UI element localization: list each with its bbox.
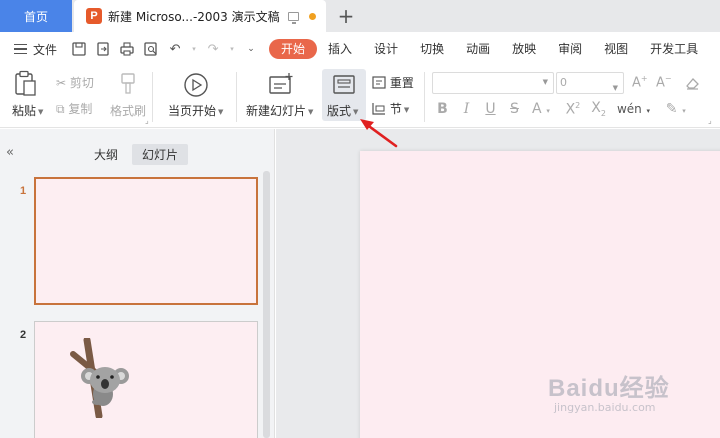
cut-button: ✂ 剪切 bbox=[56, 76, 94, 90]
file-menu[interactable]: 文件 bbox=[14, 41, 57, 58]
paste-icon bbox=[15, 70, 36, 96]
layout-icon bbox=[333, 75, 355, 94]
clipboard-launcher-icon[interactable]: ⌟ bbox=[145, 116, 149, 125]
subscript-icon: X2 bbox=[591, 100, 606, 118]
italic-icon: I bbox=[463, 100, 470, 117]
increase-font-size-icon: A+ bbox=[632, 74, 648, 91]
presentation-logo-icon: P bbox=[86, 8, 102, 24]
tab-developer[interactable]: 开发工具 bbox=[639, 39, 709, 59]
redo-icon: ↷ bbox=[207, 41, 219, 57]
tab-insert[interactable]: 插入 bbox=[317, 39, 363, 59]
highlight-icon: ✎ ▾ bbox=[665, 100, 686, 117]
cut-label: 剪切 bbox=[69, 76, 94, 90]
reset-button[interactable]: 重置 bbox=[372, 74, 414, 91]
menu-bar: 文件 ↶ ▾ ↷ ▾ ⌄ 开始 插入 设计 切换 动画 放映 审阅 视图 开发工… bbox=[0, 32, 720, 66]
slide-thumbnail-1[interactable] bbox=[34, 177, 258, 305]
document-title: 新建 Microso...-2003 演示文稿 bbox=[108, 9, 280, 24]
play-from-current-button[interactable]: 当页开始 ▼ bbox=[168, 102, 223, 119]
save-icon[interactable] bbox=[71, 41, 87, 57]
font-family-select[interactable]: ▼ bbox=[432, 72, 554, 94]
dialog-launcher-icon[interactable]: ⌟ bbox=[708, 116, 712, 125]
tab-home[interactable]: 开始 bbox=[269, 39, 318, 59]
font-size-select[interactable]: 0 ▼ bbox=[556, 72, 624, 94]
new-slide-icon bbox=[269, 73, 293, 94]
slide-panel: « 大纲 幻灯片 1 2 bbox=[0, 129, 275, 438]
tab-view[interactable]: 视图 bbox=[593, 39, 639, 59]
tab-transitions[interactable]: 切换 bbox=[409, 39, 455, 59]
phonetic-guide-icon: wén ▾ bbox=[616, 101, 651, 116]
watermark-url: jingyan.baidu.com bbox=[554, 401, 656, 414]
superscript-icon: X2 bbox=[565, 100, 581, 118]
print-icon[interactable] bbox=[119, 41, 135, 57]
tab-slides[interactable]: 幻灯片 bbox=[132, 144, 189, 165]
clear-format-icon bbox=[686, 78, 699, 90]
koala-image bbox=[70, 338, 129, 418]
ribbon-tabs: 开始 插入 设计 切换 动画 放映 审阅 视图 开发工具 bbox=[269, 39, 709, 59]
copy-label: 复制 bbox=[68, 102, 93, 116]
watermark-logo: Baidu经验 bbox=[548, 375, 670, 402]
font-color-icon: A ▾ bbox=[532, 100, 550, 117]
tab-review[interactable]: 审阅 bbox=[547, 39, 593, 59]
divider bbox=[236, 72, 237, 122]
slide-number: 1 bbox=[20, 185, 27, 197]
format-toolbar: B I U S A ▾ X2 X2 wén ▾ ✎ ▾ bbox=[436, 100, 691, 118]
redo-dropdown-icon: ▾ bbox=[230, 45, 234, 53]
unsaved-dot-icon bbox=[308, 12, 316, 20]
tab-animations[interactable]: 动画 bbox=[455, 39, 501, 59]
quick-access-toolbar: ↶ ▾ ↷ ▾ ⌄ bbox=[71, 41, 259, 57]
undo-dropdown-icon[interactable]: ▾ bbox=[191, 41, 197, 57]
annotation-arrow bbox=[360, 119, 398, 148]
undo-icon[interactable]: ↶ bbox=[167, 41, 183, 57]
tab-outline[interactable]: 大纲 bbox=[90, 144, 122, 165]
export-icon[interactable] bbox=[95, 41, 111, 57]
reset-icon bbox=[372, 76, 386, 89]
tab-slideshow[interactable]: 放映 bbox=[501, 39, 547, 59]
customize-toolbar-icon[interactable]: ⌄ bbox=[243, 41, 259, 57]
strikethrough-icon: S bbox=[510, 100, 519, 117]
screen-icon[interactable] bbox=[287, 11, 299, 24]
divider bbox=[152, 72, 153, 122]
copy-button: ⧉ 复制 bbox=[56, 102, 93, 116]
paste-label: 粘贴 ▼ bbox=[12, 104, 44, 118]
layout-button[interactable]: 版式 ▼ bbox=[327, 102, 358, 119]
play-icon bbox=[184, 73, 208, 97]
print-preview-icon[interactable] bbox=[143, 41, 159, 57]
tab-design[interactable]: 设计 bbox=[363, 39, 409, 59]
document-tab[interactable]: P 新建 Microso...-2003 演示文稿 bbox=[74, 0, 326, 32]
title-bar: 首页 P 新建 Microso...-2003 演示文稿 + bbox=[0, 0, 720, 32]
format-painter-icon bbox=[121, 73, 135, 94]
home-tab[interactable]: 首页 bbox=[0, 0, 72, 32]
baidu-watermark: Baidu经验 jingyan.baidu.com bbox=[548, 368, 670, 414]
slide-number: 2 bbox=[20, 329, 27, 341]
file-menu-label: 文件 bbox=[33, 42, 58, 57]
hamburger-icon bbox=[14, 44, 27, 54]
divider bbox=[424, 72, 425, 122]
bold-icon: B bbox=[437, 100, 448, 117]
panel-scrollbar[interactable] bbox=[263, 171, 270, 438]
underline-icon: U bbox=[485, 100, 496, 117]
format-painter-button: 格式刷 bbox=[110, 104, 147, 118]
slide-thumbnail-2[interactable] bbox=[34, 321, 258, 438]
decrease-font-size-icon: A− bbox=[656, 74, 672, 91]
new-tab-button[interactable]: + bbox=[334, 3, 358, 29]
collapse-panel-icon[interactable]: « bbox=[6, 145, 14, 160]
reset-label: 重置 bbox=[389, 76, 414, 90]
new-slide-button[interactable]: 新建幻灯片 ▼ bbox=[246, 102, 313, 119]
